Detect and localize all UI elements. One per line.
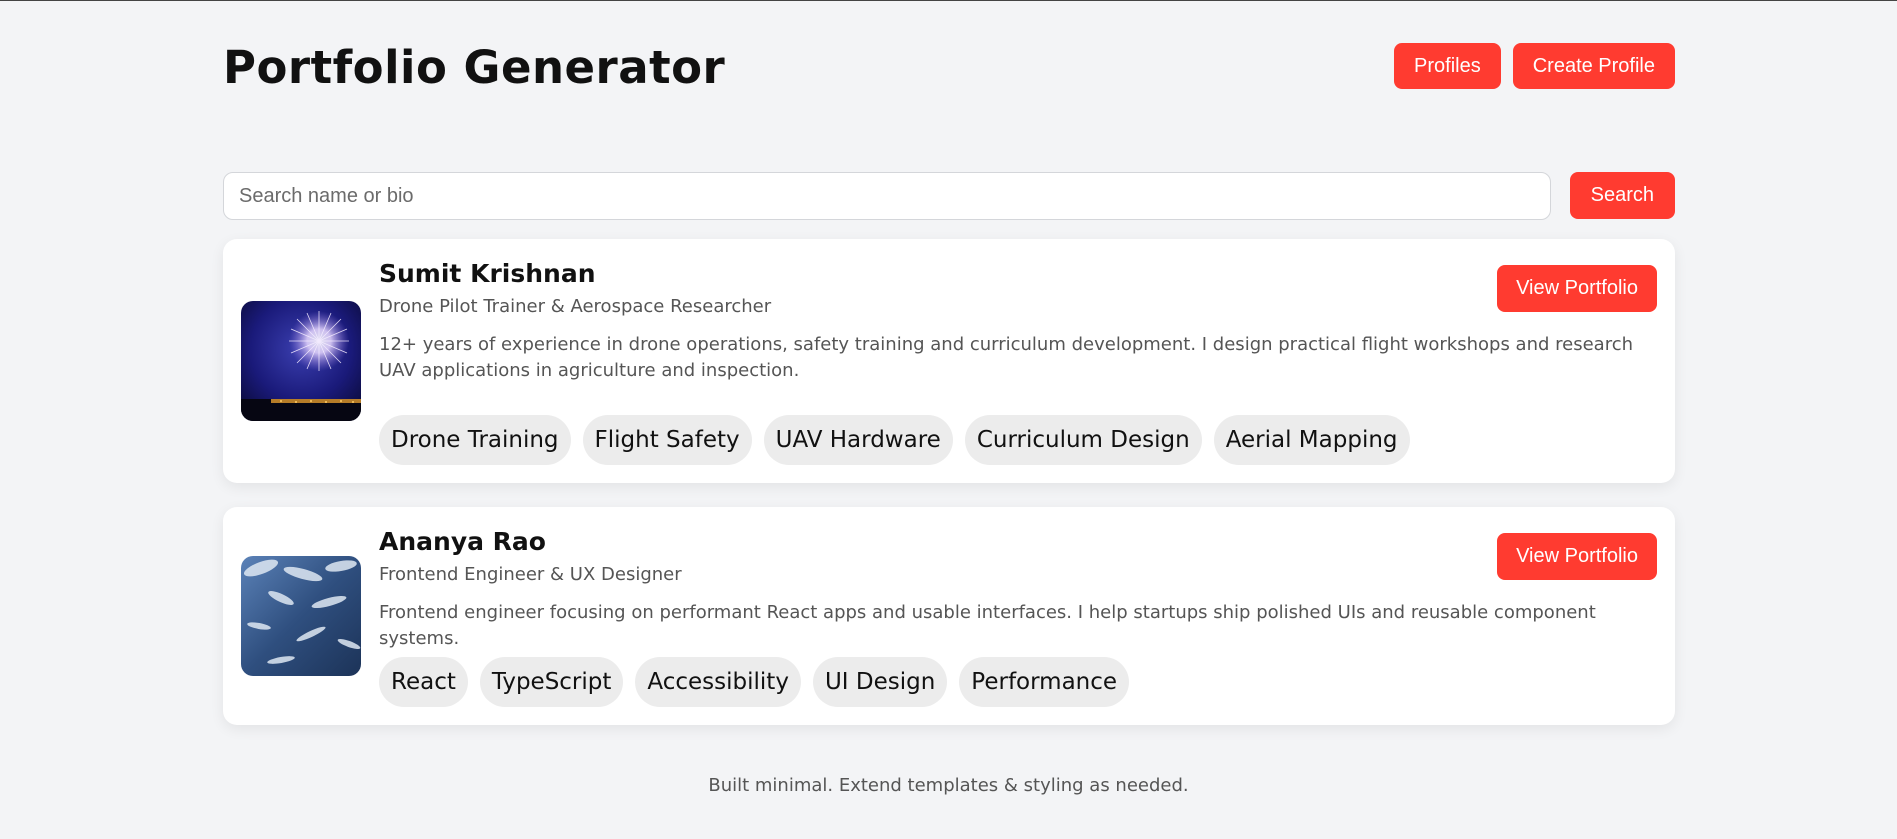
profiles-button[interactable]: Profiles (1394, 43, 1501, 89)
top-nav: Profiles Create Profile (1394, 43, 1675, 89)
header: Portfolio Generator Profiles Create Prof… (223, 1, 1675, 113)
skill-tag: Drone Training (379, 415, 571, 465)
skill-tag: Curriculum Design (964, 415, 1202, 465)
avatar (241, 301, 361, 421)
avatar (241, 556, 361, 676)
water-photo-icon (241, 556, 361, 676)
view-portfolio-button[interactable]: View Portfolio (1497, 533, 1657, 580)
view-portfolio-button[interactable]: View Portfolio (1497, 265, 1657, 312)
tag-list: Drone Training Flight Safety UAV Hardwar… (379, 415, 1410, 465)
skill-tag: TypeScript (479, 657, 624, 707)
profile-card: Ananya Rao Frontend Engineer & UX Design… (223, 507, 1675, 725)
skill-tag: React (379, 657, 468, 707)
profile-name: Sumit Krishnan (379, 259, 596, 288)
skill-tag: Performance (959, 657, 1130, 707)
page-title: Portfolio Generator (223, 41, 726, 94)
app-container: Portfolio Generator Profiles Create Prof… (223, 1, 1675, 725)
create-profile-button[interactable]: Create Profile (1512, 43, 1675, 89)
skill-tag: UAV Hardware (763, 415, 953, 465)
skill-tag: Accessibility (635, 657, 801, 707)
profile-bio: Frontend engineer focusing on performant… (379, 602, 1596, 649)
skill-tag: Aerial Mapping (1213, 415, 1410, 465)
skill-tag: Flight Safety (582, 415, 752, 465)
footer-text: Built minimal. Extend templates & stylin… (708, 775, 1189, 796)
profile-card: Sumit Krishnan Drone Pilot Trainer & Aer… (223, 239, 1675, 483)
search-button[interactable]: Search (1569, 172, 1675, 219)
tag-list: React TypeScript Accessibility UI Design… (379, 657, 1130, 707)
profile-role: Drone Pilot Trainer & Aerospace Research… (379, 296, 772, 317)
fireworks-photo-icon (241, 301, 361, 421)
profile-bio: 12+ years of experience in drone operati… (379, 334, 1633, 381)
skill-tag: UI Design (812, 657, 948, 707)
profile-role: Frontend Engineer & UX Designer (379, 564, 682, 585)
search-input[interactable] (223, 172, 1551, 220)
search-bar: Search (223, 172, 1675, 220)
profile-name: Ananya Rao (379, 527, 546, 556)
